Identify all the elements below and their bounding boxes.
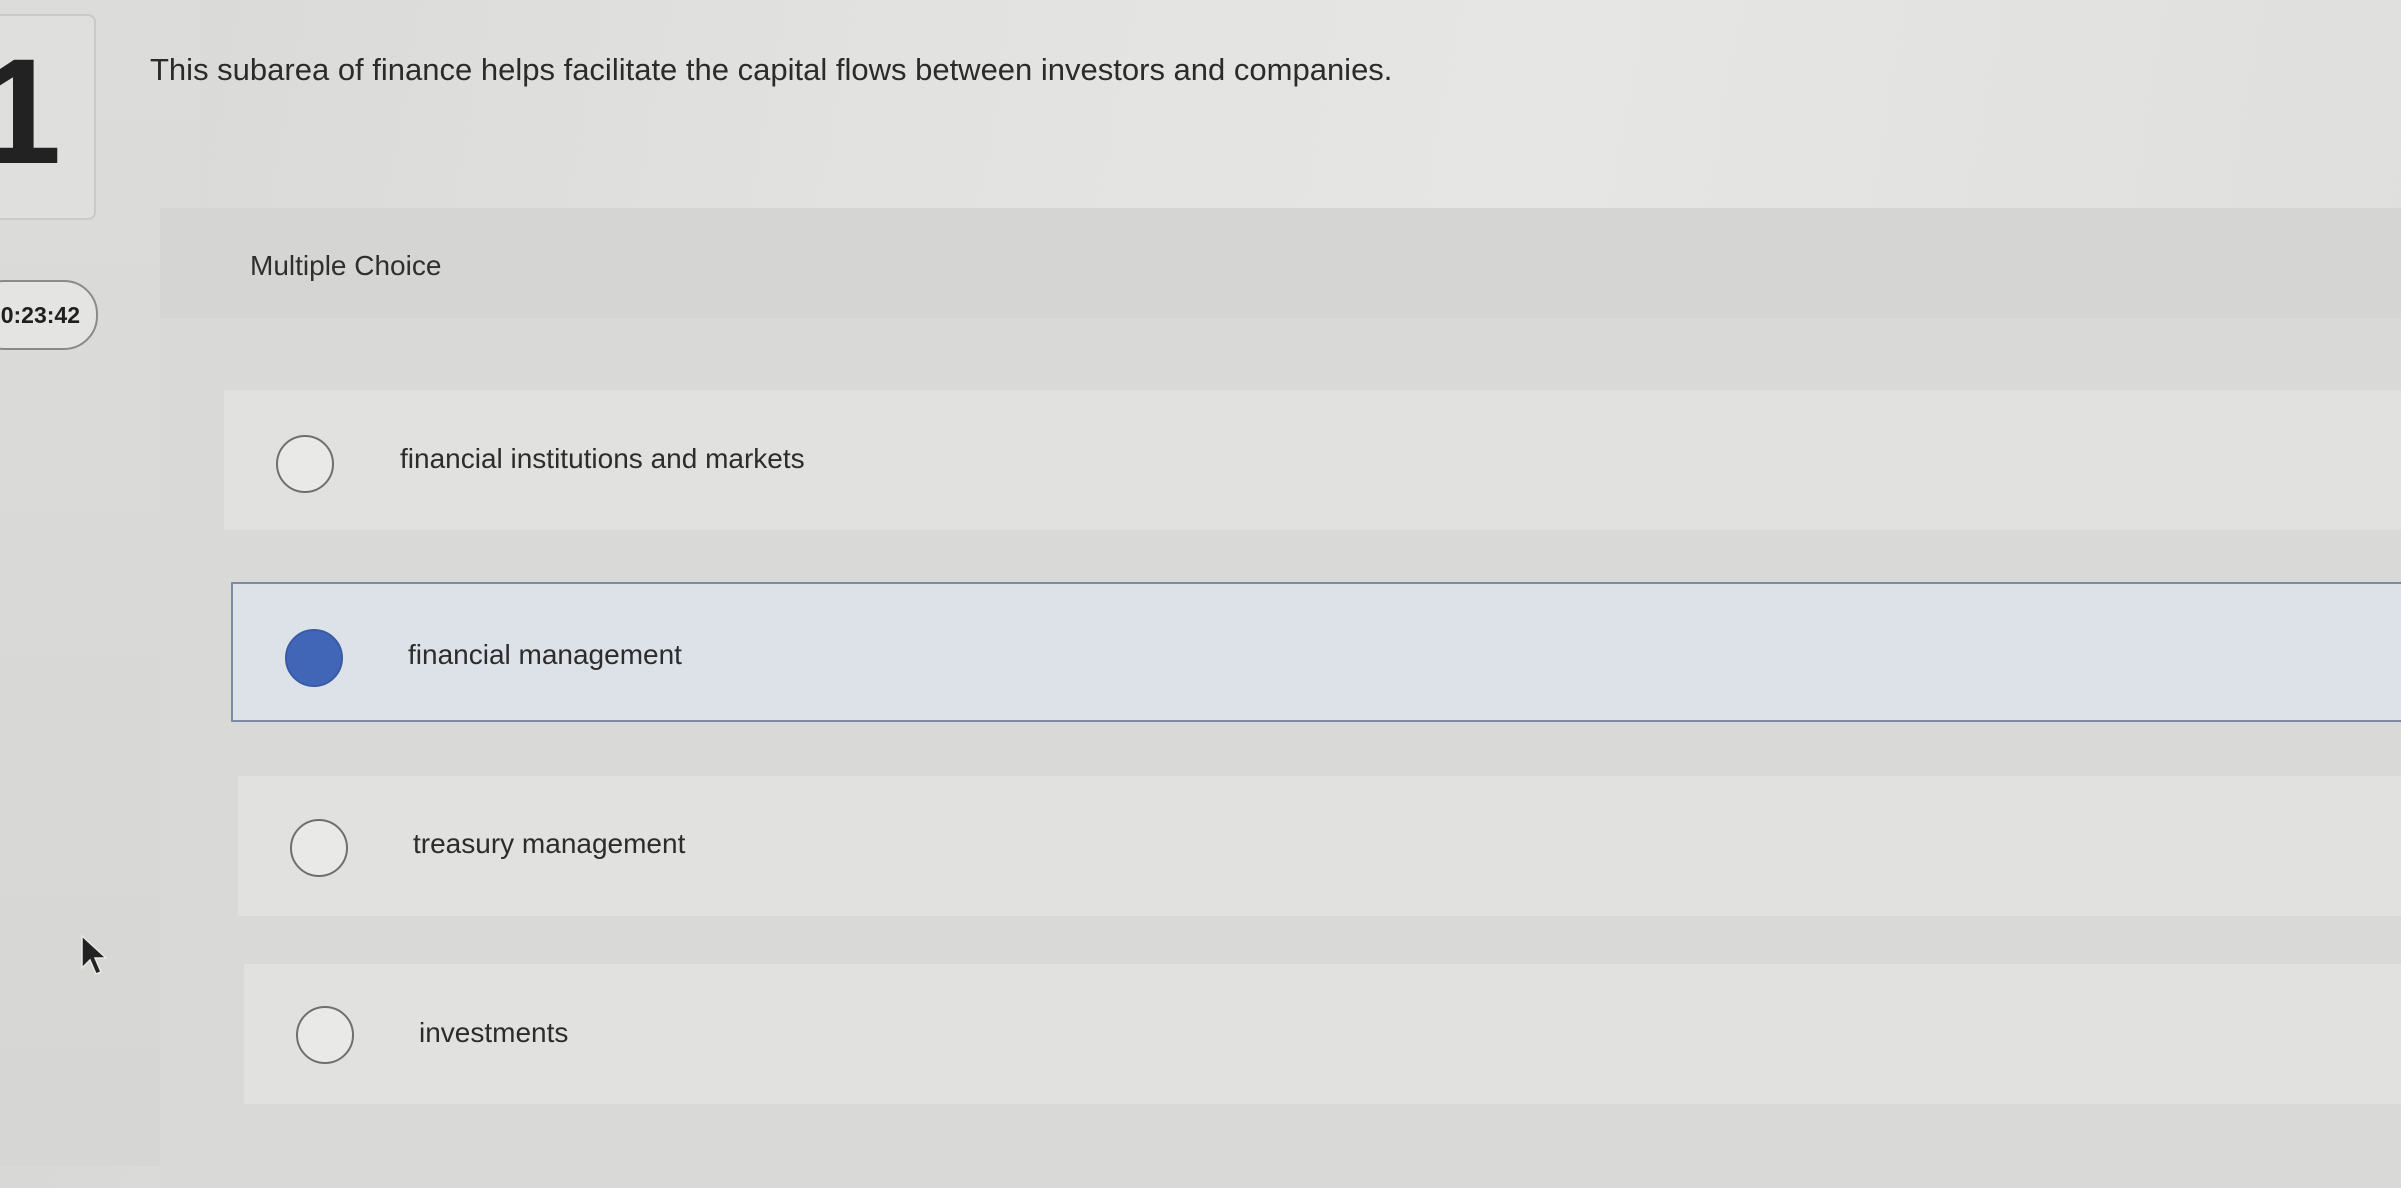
answer-option-label: investments [419,1017,569,1048]
answer-option-label: financial management [408,639,682,670]
question-number: 1 [0,27,62,195]
answer-option-1[interactable]: financial institutions and markets [224,390,2401,530]
radio-button-4[interactable] [296,1006,354,1064]
answer-option-label: treasury management [413,828,686,859]
radio-button-2-selected[interactable] [285,629,343,687]
radio-button-3[interactable] [290,819,348,877]
timer[interactable]: 00:23:42 [0,280,98,350]
answer-option-3[interactable]: treasury management [238,776,2401,916]
answer-option-4[interactable]: investments [244,964,2401,1104]
mouse-pointer-icon [81,934,108,975]
radio-button-1[interactable] [276,435,334,493]
question-format-label: Multiple Choice [250,250,442,281]
answer-option-2[interactable]: financial management [231,582,2401,722]
question-text: This subarea of finance helps facilitate… [150,52,1393,87]
answer-option-label: financial institutions and markets [400,443,805,474]
answer-panel-header [160,208,2401,318]
